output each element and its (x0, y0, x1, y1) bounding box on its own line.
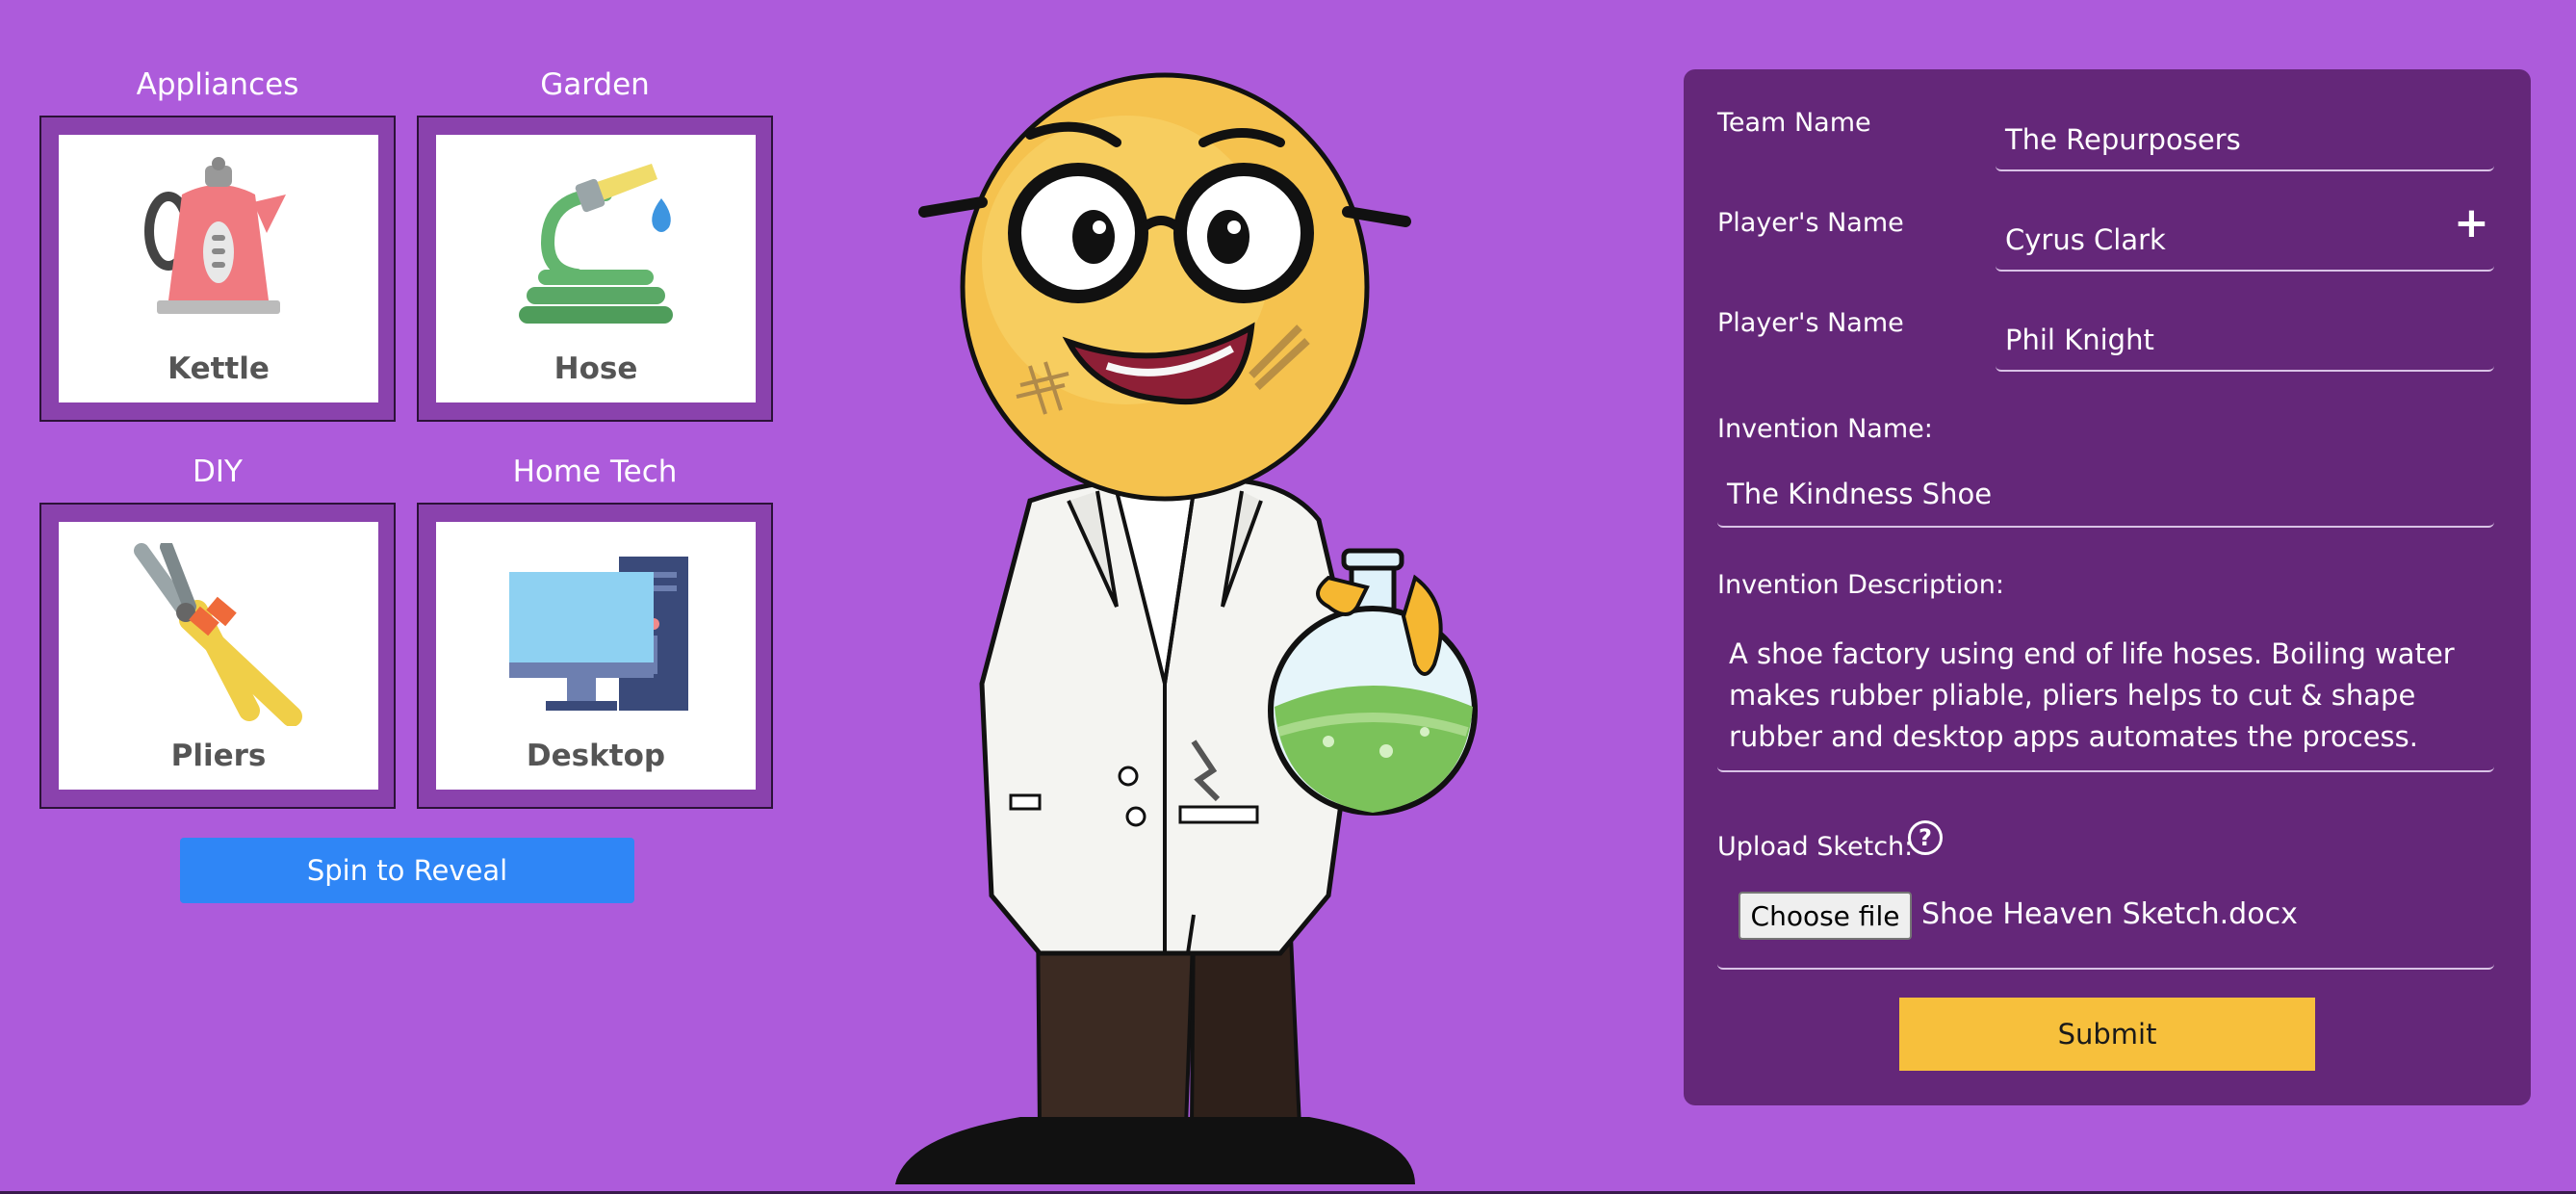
category-card-home-tech[interactable]: Desktop (417, 503, 773, 809)
help-icon[interactable]: ? (1908, 820, 1943, 855)
category-item-label: Kettle (167, 351, 270, 386)
upload-sketch-label: Upload Sketch: (1717, 832, 1914, 862)
category-card-appliances[interactable]: Kettle (39, 116, 396, 422)
choose-file-button[interactable]: Choose file (1739, 892, 1912, 940)
file-upload-field: Choose file Shoe Heaven Sketch.docx (1717, 888, 2494, 970)
category-title-home-tech: Home Tech (512, 454, 678, 489)
category-title-garden: Garden (540, 67, 650, 102)
player-name-input[interactable]: Phil Knight (1996, 312, 2494, 372)
player-name-label: Player's Name (1717, 208, 1904, 238)
scientist-mascot-illustration (895, 72, 1478, 1184)
team-name-label: Team Name (1717, 108, 1871, 138)
category-card-garden[interactable]: Hose (417, 116, 773, 422)
invention-description-textarea[interactable]: A shoe factory using end of life hoses. … (1717, 628, 2494, 772)
category-title-appliances: Appliances (136, 67, 299, 102)
pliers-icon (134, 543, 302, 726)
spin-to-reveal-button[interactable]: Spin to Reveal (180, 838, 634, 903)
category-card-diy[interactable]: Pliers (39, 503, 396, 809)
category-title-diy: DIY (193, 454, 243, 489)
desktop-icon (509, 557, 688, 711)
invention-form-panel: Team Name The Repurposers Player's Name … (1684, 69, 2531, 1105)
add-player-icon[interactable]: + (2454, 202, 2489, 245)
invention-name-label: Invention Name: (1717, 414, 1933, 444)
submit-button[interactable]: Submit (1899, 998, 2315, 1071)
category-item-label: Pliers (170, 739, 267, 773)
player-name-label: Player's Name (1717, 308, 1904, 338)
category-item-label: Desktop (526, 739, 666, 773)
hose-icon (519, 164, 673, 324)
invention-description-label: Invention Description: (1717, 570, 2004, 600)
selected-file-name: Shoe Heaven Sketch.docx (1921, 897, 2298, 931)
invention-name-input[interactable]: The Kindness Shoe (1717, 464, 2494, 528)
kettle-icon (144, 157, 286, 314)
team-name-input[interactable]: The Repurposers (1996, 112, 2494, 171)
player-name-input[interactable]: Cyrus Clark (1996, 212, 2494, 272)
category-item-label: Hose (554, 351, 638, 386)
